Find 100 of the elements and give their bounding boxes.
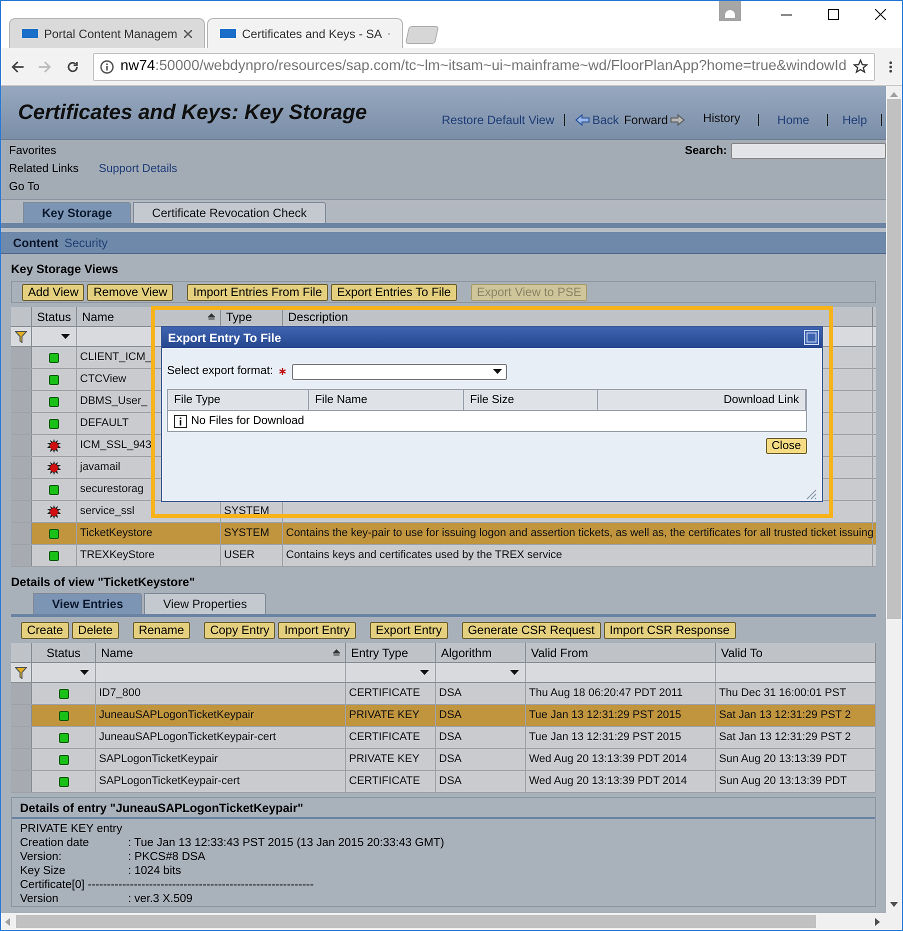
star-icon[interactable]	[852, 59, 868, 74]
history-menu[interactable]: History	[702, 108, 740, 126]
table-cell-text: Sun Aug 20 13:13:39 PDT	[719, 774, 847, 790]
detail-label: Version	[20, 892, 60, 906]
back-arrow-icon[interactable]	[575, 114, 590, 126]
table-cell-text: DSA	[439, 730, 462, 746]
table-cell-text: Sat Jan 13 12:31:29 PST 2	[719, 730, 851, 746]
table-cell-text: CLIENT_ICM_	[80, 350, 152, 366]
table-row[interactable]: TREXKeyStore USER Contains keys and certificates used by the TREX service	[11, 545, 876, 567]
info-icon[interactable]	[100, 60, 114, 74]
column-header[interactable]: File Name	[309, 390, 464, 410]
table-cell-text: Sun Aug 20 13:13:39 PDT	[719, 752, 847, 768]
nav-menu[interactable]: Related Links	[9, 161, 79, 177]
table-row[interactable]: ID7_800 CERTIFICATE DSA Thu Aug 18 06:20:47 PDT 2011 Thu Dec 31 16:00:01 PST	[11, 683, 876, 705]
scroll-right-arrow-icon[interactable]	[875, 918, 880, 926]
page-title: Certificates and Keys: Key Storage	[18, 100, 367, 126]
toolbar-button[interactable]: Generate CSR Request	[462, 622, 601, 638]
field-label: Select export format:	[167, 364, 274, 379]
dropdown-caret-icon[interactable]	[80, 670, 89, 675]
search-field[interactable]	[731, 143, 886, 159]
back-arrow-icon[interactable]	[11, 58, 24, 74]
table-cell-text: JuneauSAPLogonTicketKeypair-cert	[99, 730, 276, 746]
table-cell-text: DBMS_User_	[80, 394, 148, 410]
detail-label: Version:	[20, 850, 63, 864]
table-cell-text: SAPLogonTicketKeypair-cert	[99, 774, 240, 790]
toolbar-button[interactable]: Export Entry	[370, 622, 448, 638]
table-cell-text: javamail	[80, 460, 120, 476]
detail-value: : PKCS#8 DSA	[128, 850, 206, 864]
table-cell-text: CERTIFICATE	[349, 730, 420, 746]
toolbar-button[interactable]: Rename	[132, 622, 190, 638]
dropdown-caret-icon[interactable]	[61, 334, 70, 339]
browser-tab[interactable]: Portal Content Managem	[9, 18, 205, 48]
maximize-icon[interactable]	[828, 9, 839, 20]
address-field[interactable]: nw74:50000/webdynpro/resources/sap.com/tc~lm~itsam~ui~mainframe~wd/FloorPlanApp?home=true&windowId	[93, 52, 875, 80]
tab-title: Portal Content Managem	[44, 26, 178, 42]
table-row[interactable]: JuneauSAPLogonTicketKeypair-cert CERTIFICATE DSA Tue Jan 13 12:31:29 PST 2015 Sat Jan 13 12:31:29 PST 2	[11, 727, 876, 749]
table-cell-text: Sat Jan 13 12:31:29 PST 2	[719, 708, 851, 724]
section-title: Key Storage Views	[11, 261, 120, 278]
toolbar-button[interactable]: Create	[21, 622, 70, 638]
table-row[interactable]: SAPLogonTicketKeypair-cert CERTIFICATE DSA Wed Aug 20 13:13:39 PDT 2014 Sun Aug 20 13:13:39 PDT	[11, 771, 876, 793]
filter-icon[interactable]	[15, 330, 27, 342]
dropdown-caret-icon[interactable]	[510, 670, 519, 675]
nav-menu[interactable]: Go To	[9, 179, 40, 195]
section-link[interactable]: Content	[13, 234, 58, 252]
menu-icon[interactable]	[888, 60, 892, 74]
detail-value: : 1024 bits	[128, 864, 182, 878]
tab[interactable]: Certificate Revocation Check	[133, 202, 326, 223]
close-button[interactable]: Close	[766, 438, 807, 454]
browser-tab[interactable]: Certificates and Keys - SA	[207, 18, 403, 48]
toolbar-button[interactable]: Import Entries From File	[187, 284, 328, 300]
toolbar-button[interactable]: Remove View	[87, 284, 174, 300]
dropdown-caret-icon[interactable]	[420, 670, 429, 675]
tab[interactable]: View Entries	[33, 593, 142, 614]
column-header[interactable]: Name	[96, 643, 346, 662]
resize-grip-icon[interactable]	[805, 488, 817, 500]
toolbar-button[interactable]: Add View	[22, 284, 84, 300]
table-cell-text: SYSTEM	[224, 526, 270, 542]
search-label: Search:	[684, 144, 727, 159]
table-cell-text: SYSTEM	[224, 504, 270, 520]
toolbar-button[interactable]: Copy Entry	[204, 622, 276, 638]
forward-arrow-icon[interactable]	[670, 114, 685, 126]
column-header[interactable]: Entry Type	[346, 643, 436, 662]
table-cell-text: ID7_800	[99, 686, 141, 702]
detail-label: Certificate[0] -----------------------------------------------------------	[20, 878, 314, 892]
detail-value: : Tue Jan 13 12:33:43 PST 2015 (13 Jan 2015 20:33:43 GMT)	[128, 836, 444, 850]
table-cell-text: DSA	[439, 752, 462, 768]
export-format-dropdown[interactable]	[292, 364, 508, 380]
column-header[interactable]: File Size	[464, 390, 598, 410]
table-cell-text: DSA	[439, 686, 462, 702]
scroll-down-arrow-icon[interactable]	[890, 902, 898, 907]
nav-menu[interactable]: Favorites	[9, 143, 56, 159]
filter-icon[interactable]	[15, 666, 27, 678]
table-row[interactable]: SAPLogonTicketKeypair PRIVATE KEY DSA Wed Aug 20 13:13:39 PDT 2014 Sun Aug 20 13:13:39 PDT	[11, 749, 876, 771]
column-header[interactable]: Valid From	[526, 643, 716, 662]
tab[interactable]: Key Storage	[23, 202, 132, 223]
sort-icon[interactable]	[208, 313, 215, 320]
toolbar-button[interactable]: Delete	[72, 622, 119, 638]
url-text: nw74:50000/webdynpro/resources/sap.com/tc~lm~itsam~ui~mainframe~wd/FloorPlanApp?home=true&windowId	[120, 56, 847, 76]
support-details-link[interactable]: Support Details	[98, 161, 178, 177]
table-cell-text: Thu Aug 18 06:20:47 PDT 2011	[529, 686, 683, 702]
toolbar-button[interactable]: Import CSR Response	[604, 622, 736, 638]
table-cell-text: CERTIFICATE	[349, 686, 420, 702]
column-header[interactable]: File Type	[168, 390, 309, 410]
column-header[interactable]: Status	[32, 643, 96, 662]
toolbar-button[interactable]: Import Entry	[278, 622, 356, 638]
toolbar-button[interactable]: Export Entries To File	[331, 284, 457, 300]
column-header[interactable]: Valid To	[716, 643, 876, 662]
forward-link[interactable]: Forward	[624, 110, 668, 128]
tab-title: Certificates and Keys - SA	[242, 26, 382, 42]
tab[interactable]: View Properties	[144, 593, 266, 614]
close-icon[interactable]	[875, 9, 886, 20]
table-cell-text: DSA	[439, 774, 462, 790]
column-header[interactable]: Algorithm	[436, 643, 526, 662]
column-header[interactable]: Download Link	[598, 390, 806, 410]
column-header[interactable]: Status	[32, 307, 77, 326]
sort-icon[interactable]	[333, 649, 340, 656]
table-cell-text: USER	[224, 548, 255, 564]
table-cell-text: Wed Aug 20 13:13:39 PDT 2014	[529, 774, 687, 790]
tab-favicon-icon	[22, 29, 38, 38]
table-row[interactable]: JuneauSAPLogonTicketKeypair PRIVATE KEY DSA Tue Jan 13 12:31:29 PST 2015 Sat Jan 13 12:31:29 PST 2	[11, 705, 876, 727]
